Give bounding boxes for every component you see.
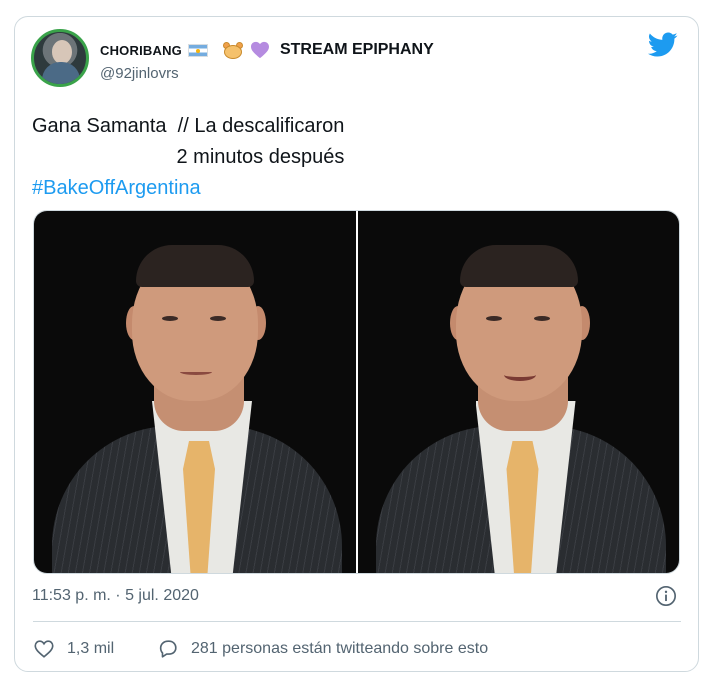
avatar-face <box>52 40 72 64</box>
divider <box>33 621 681 622</box>
tweet-timestamp[interactable]: 11:53 p. m. · 5 jul. 2020 <box>32 587 199 605</box>
reply-icon <box>159 640 177 658</box>
display-name-part-2: STREAM EPIPHANY <box>279 41 434 58</box>
heart-icon <box>34 640 54 658</box>
avatar-body <box>42 62 80 84</box>
like-count: 1,3 mil <box>67 640 115 657</box>
media-image-right[interactable] <box>357 211 679 573</box>
mouth-shape <box>180 369 212 375</box>
conversation-link[interactable]: 281 personas están twitteando sobre esto <box>157 637 488 661</box>
tweet-line-2: 2 minutos después <box>32 146 345 168</box>
hair-shape <box>136 245 254 287</box>
like-button[interactable]: 1,3 mil <box>33 637 114 661</box>
eye-shape <box>533 316 550 321</box>
eye-shape <box>162 316 178 321</box>
purple-heart-icon <box>250 41 270 59</box>
avatar[interactable] <box>31 29 89 87</box>
user-handle[interactable]: @92jinlovrs <box>100 65 179 82</box>
hair-shape <box>459 245 578 287</box>
display-name-part-1: CHORIBANG <box>100 42 182 58</box>
hamster-icon <box>222 41 244 59</box>
tweet-media[interactable] <box>33 210 680 574</box>
eye-shape <box>485 316 502 321</box>
display-name[interactable]: CHORIBANG STREAM EPIPHANY <box>100 39 434 61</box>
info-icon[interactable] <box>655 585 677 607</box>
media-image-left[interactable] <box>34 211 356 573</box>
tweet-text: Gana Samanta // La descalificaron 2 minu… <box>32 111 344 204</box>
mouth-shape <box>503 369 536 381</box>
hashtag-link[interactable]: #BakeOffArgentina <box>32 173 344 204</box>
tweet-line-1: Gana Samanta // La descalificaron <box>32 115 345 137</box>
conversation-text: 281 personas están twitteando sobre esto <box>191 640 489 657</box>
twitter-bird-icon[interactable] <box>648 32 678 58</box>
eye-shape <box>210 316 226 321</box>
argentina-flag-icon <box>187 43 208 57</box>
tweet-card[interactable]: CHORIBANG STREAM EPIPHANY @92jinlovrs Ga… <box>14 16 699 672</box>
